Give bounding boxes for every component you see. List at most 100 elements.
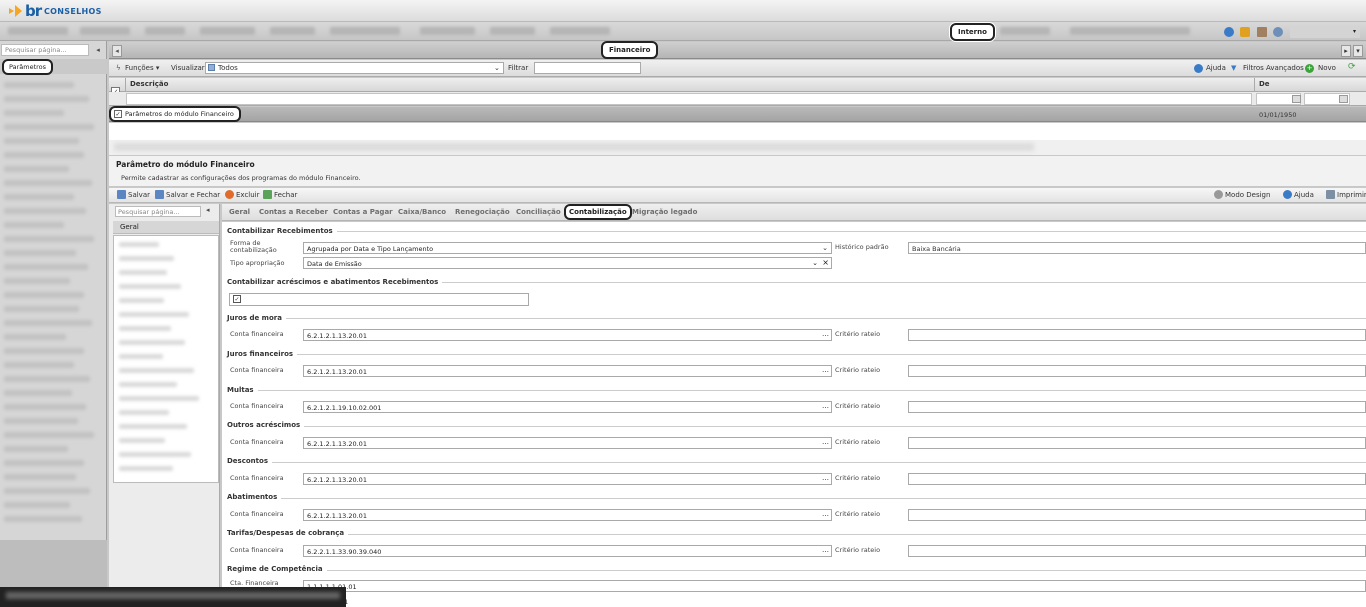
sidebar-item-blurred[interactable]: [4, 418, 78, 424]
menu-item-blurred[interactable]: [270, 27, 315, 35]
list-item[interactable]: [119, 410, 169, 415]
add-icon[interactable]: +: [1305, 64, 1314, 73]
lookup-icon[interactable]: …: [822, 546, 829, 554]
visualizar-select[interactable]: [205, 62, 504, 74]
form-sidebar-collapse-icon[interactable]: ◂: [206, 206, 216, 214]
menu-item-blurred[interactable]: [200, 27, 255, 35]
menu-item-blurred[interactable]: [550, 27, 610, 35]
list-item[interactable]: [119, 452, 191, 457]
sidebar-item-blurred[interactable]: [4, 292, 84, 298]
descricao-filter-input[interactable]: [126, 93, 1252, 105]
sidebar-item-blurred[interactable]: [4, 320, 92, 326]
sidebar-item-blurred[interactable]: [4, 376, 90, 382]
juros-mora-criterio-input[interactable]: [908, 329, 1366, 341]
sidebar-item-blurred[interactable]: [4, 488, 90, 494]
multas-criterio-input[interactable]: [908, 401, 1366, 413]
sidebar-tab-parametros[interactable]: Parâmetros: [2, 59, 54, 75]
multas-conta-input[interactable]: 6.2.1.2.1.19.10.02.001…: [303, 401, 832, 413]
user-icon[interactable]: [1273, 27, 1283, 37]
sidebar-item-blurred[interactable]: [4, 516, 82, 522]
column-header-descricao[interactable]: Descrição: [130, 80, 168, 88]
list-item[interactable]: [119, 270, 167, 275]
filter-icon[interactable]: ▼: [1231, 64, 1236, 72]
tab-renegociacao[interactable]: Renegociação: [455, 208, 510, 216]
tarifas-conta-input[interactable]: 6.2.2.1.1.33.90.39.040…: [303, 545, 832, 557]
sidebar-item-blurred[interactable]: [4, 82, 74, 88]
sidebar-item-blurred[interactable]: [4, 334, 66, 340]
list-item[interactable]: [119, 298, 164, 303]
tab-conciliacao[interactable]: Conciliação: [516, 208, 561, 216]
sidebar-item-blurred[interactable]: [4, 348, 84, 354]
acrescimos-checkbox[interactable]: ✓: [233, 295, 241, 303]
list-item[interactable]: [119, 284, 181, 289]
row-descricao-cell[interactable]: ✓ Parâmetros do módulo Financeiro: [109, 106, 241, 122]
row-checkbox[interactable]: ✓: [114, 110, 122, 118]
tab-caixa-banco[interactable]: Caixa/Banco: [398, 208, 446, 216]
chevron-down-icon[interactable]: ⌄: [812, 259, 818, 267]
sidebar-item-blurred[interactable]: [4, 362, 74, 368]
descontos-criterio-input[interactable]: [908, 473, 1366, 485]
juros-mora-conta-input[interactable]: 6.2.1.2.1.13.20.01…: [303, 329, 832, 341]
filtros-avancados-button[interactable]: Filtros Avançados: [1243, 64, 1304, 72]
ajuda-button[interactable]: Ajuda: [1206, 64, 1226, 72]
sidebar-item-blurred[interactable]: [4, 222, 64, 228]
tab-list-icon[interactable]: ▾: [1353, 45, 1363, 57]
sidebar-item-blurred[interactable]: [4, 390, 72, 396]
sidebar-item-blurred[interactable]: [4, 446, 68, 452]
sidebar-item-blurred[interactable]: [4, 166, 69, 172]
sidebar-item-blurred[interactable]: [4, 460, 84, 466]
abatimentos-conta-input[interactable]: 6.2.1.2.1.13.20.01…: [303, 509, 832, 521]
juros-financeiros-criterio-input[interactable]: [908, 365, 1366, 377]
sidebar-item-blurred[interactable]: [4, 474, 76, 480]
sidebar-item-blurred[interactable]: [4, 432, 94, 438]
save-close-button[interactable]: Salvar e Fechar: [155, 190, 220, 199]
list-item[interactable]: [119, 396, 199, 401]
list-item[interactable]: [119, 368, 194, 373]
menu-item-blurred[interactable]: [1000, 27, 1050, 35]
chevron-down-icon[interactable]: ▾: [1353, 28, 1356, 35]
tab-contabilizacao[interactable]: Contabilização: [564, 204, 632, 220]
tab-scroll-right-icon[interactable]: ▸: [1341, 45, 1351, 57]
list-item[interactable]: [119, 312, 189, 317]
menu-item-blurred[interactable]: [330, 27, 400, 35]
menu-item-blurred[interactable]: [80, 27, 130, 35]
list-item[interactable]: [119, 340, 185, 345]
sidebar-item-blurred[interactable]: [4, 208, 86, 214]
list-item[interactable]: [119, 326, 171, 331]
help-icon[interactable]: [1224, 27, 1234, 37]
sidebar-item-blurred[interactable]: [4, 96, 89, 102]
acrescimos-checkbox-field[interactable]: ✓: [229, 293, 529, 306]
table-row[interactable]: [109, 107, 1366, 122]
sidebar-item-blurred[interactable]: [4, 152, 84, 158]
lookup-icon[interactable]: …: [822, 402, 829, 410]
sidebar-item-blurred[interactable]: [4, 236, 94, 242]
list-item[interactable]: [119, 256, 174, 261]
funcoes-menu[interactable]: Funções ▾: [125, 64, 159, 72]
list-item[interactable]: [119, 438, 165, 443]
user-dropdown[interactable]: [1290, 26, 1360, 38]
chevron-down-icon[interactable]: ⌄: [822, 244, 828, 252]
historico-padrao-input[interactable]: Baixa Bancária: [908, 242, 1366, 254]
help-button[interactable]: Ajuda: [1283, 190, 1314, 199]
tab-geral[interactable]: Geral: [229, 208, 250, 216]
design-mode-button[interactable]: Modo Design: [1214, 190, 1270, 199]
tab-contas-receber[interactable]: Contas a Receber: [259, 208, 328, 216]
save-button[interactable]: Salvar: [117, 190, 150, 199]
tab-scroll-left-icon[interactable]: ◂: [112, 45, 122, 57]
list-item[interactable]: [119, 382, 177, 387]
sidebar-collapse-icon[interactable]: ◂: [92, 44, 104, 56]
sidebar-item-blurred[interactable]: [4, 306, 79, 312]
column-header-de[interactable]: De: [1259, 80, 1270, 88]
print-button[interactable]: Imprimir: [1326, 190, 1366, 199]
clear-icon[interactable]: ×: [822, 258, 829, 267]
abatimentos-criterio-input[interactable]: [908, 509, 1366, 521]
sidebar-item-blurred[interactable]: [4, 138, 79, 144]
tab-contas-pagar[interactable]: Contas a Pagar: [333, 208, 393, 216]
menu-item-blurred[interactable]: [490, 27, 535, 35]
tipo-apropriacao-select[interactable]: Data de Emissão ⌄ ×: [303, 257, 832, 269]
lookup-icon[interactable]: …: [822, 330, 829, 338]
forma-contabilizacao-select[interactable]: Agrupada por Data e Tipo Lançamento ⌄: [303, 242, 832, 254]
sidebar-search-input[interactable]: Pesquisar página...: [1, 44, 89, 56]
regime-cta-input[interactable]: 1.1.1.1.1.01.01: [303, 580, 1366, 592]
tab-migracao-legado[interactable]: Migração legado: [632, 208, 697, 216]
